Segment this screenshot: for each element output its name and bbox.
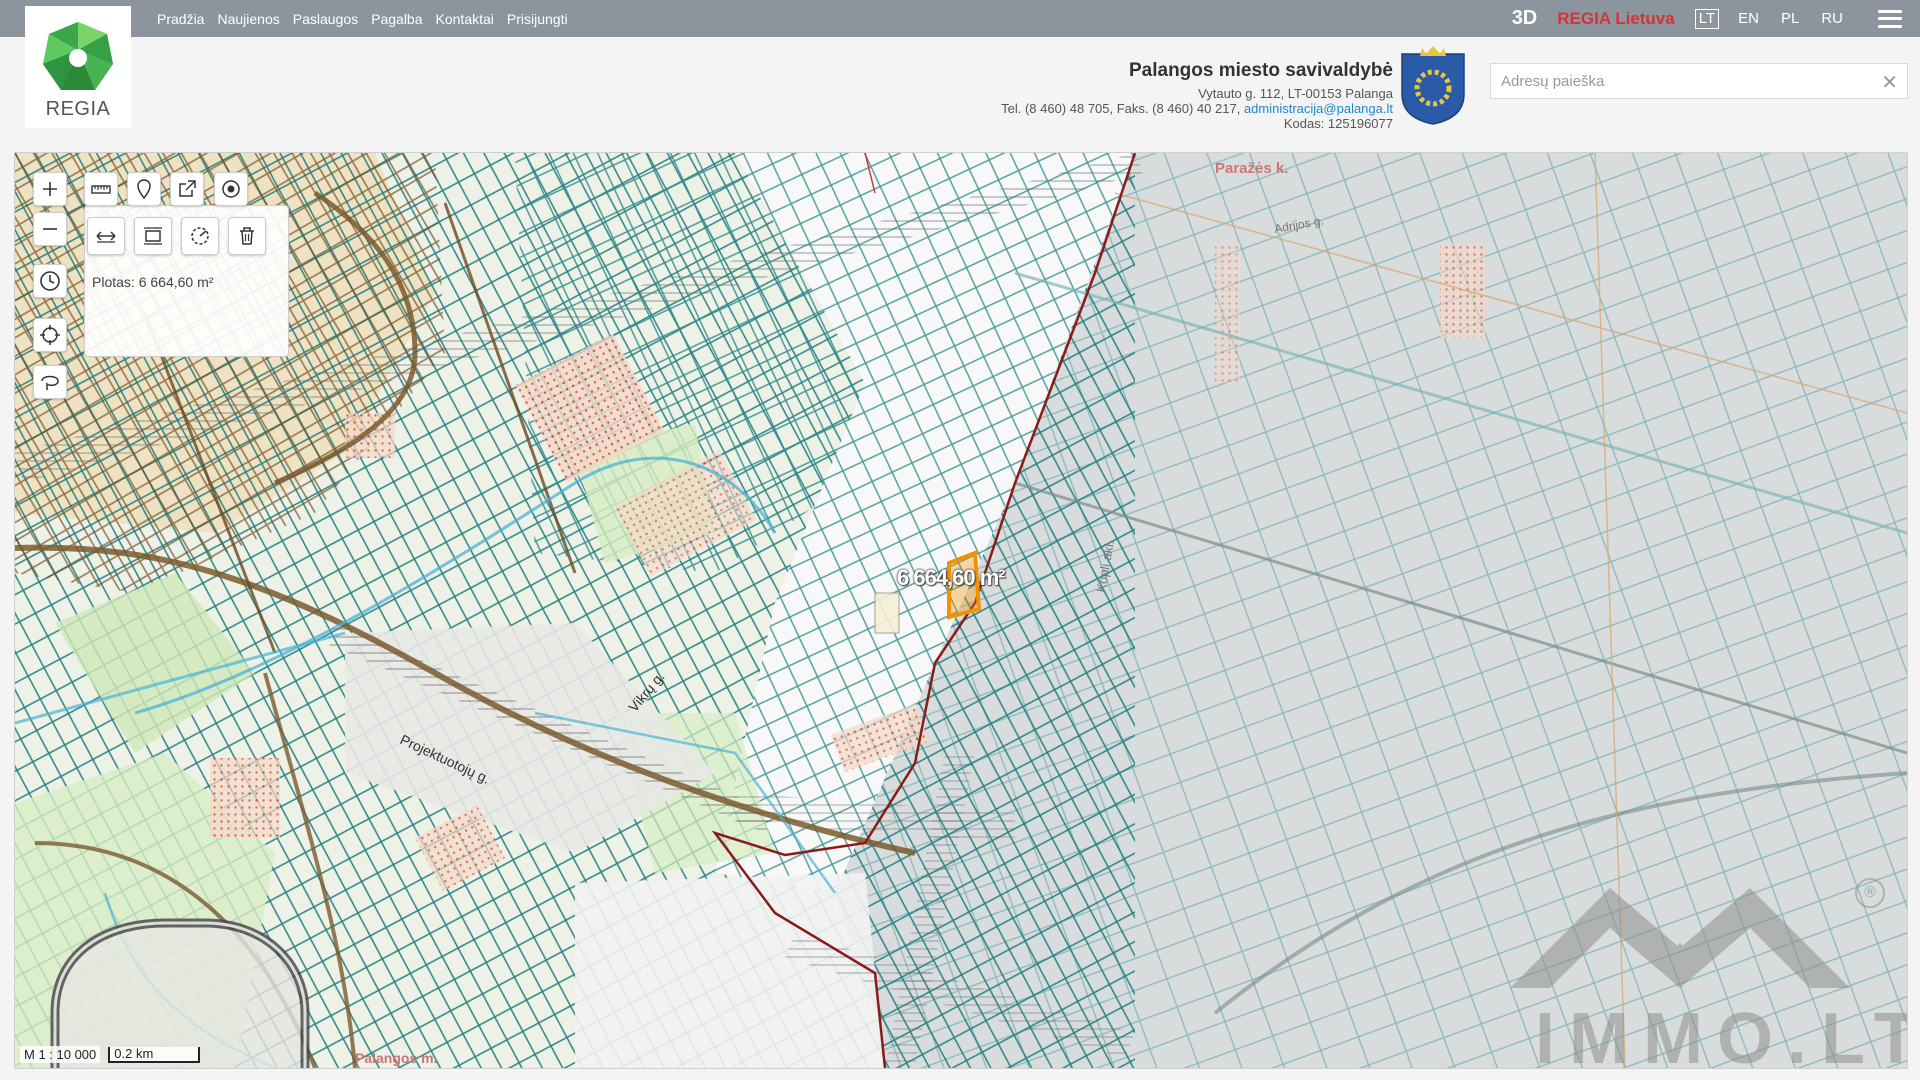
clock-icon (40, 271, 60, 291)
zoom-out-button[interactable] (33, 212, 67, 246)
municipality-name: Palangos miesto savivaldybė (1128, 60, 1393, 81)
hamburger-menu-icon[interactable] (1878, 9, 1902, 28)
measured-area-label: 6 664,60 m² (897, 565, 1006, 590)
immo-house-icon (1510, 888, 1850, 988)
registered-mark: ® (1855, 878, 1885, 908)
map-viewport[interactable]: Projektuotojų g. Vikrų g. Kopli akl. Par… (14, 152, 1908, 1069)
nav-home[interactable]: Pradžia (157, 11, 204, 27)
regia-lietuva-link[interactable]: REGIA Lietuva (1557, 9, 1674, 29)
ruler-button[interactable] (84, 172, 118, 206)
place-marker-button[interactable] (127, 172, 161, 206)
lasso-select-button[interactable] (33, 365, 67, 399)
measure-area-icon (144, 227, 162, 245)
watermark-text: IMMO.LT (1535, 999, 1908, 1069)
lang-lt[interactable]: LT (1694, 8, 1720, 29)
3d-button[interactable]: 3D (1512, 7, 1538, 30)
target-icon (222, 180, 240, 198)
municipality-info: Palangos miesto savivaldybė Vytauto g. 1… (1001, 58, 1393, 131)
measure-radius-button[interactable] (181, 217, 219, 255)
svg-text:Palangos m.: Palangos m. (355, 1050, 437, 1066)
zoom-in-button[interactable] (33, 172, 67, 206)
clear-measure-button[interactable] (228, 217, 266, 255)
right-nav: 3D REGIA Lietuva LT EN PL RU (1512, 0, 1920, 37)
top-navigation-bar: Pradžia Naujienos Paslaugos Pagalba Kont… (0, 0, 1920, 37)
lasso-icon (41, 375, 59, 390)
regia-logo-icon (43, 22, 113, 90)
crosshair-icon (40, 325, 60, 345)
municipality-address: Vytauto g. 112, LT-00153 Palanga (1198, 86, 1393, 101)
locate-button[interactable] (33, 318, 67, 352)
measure-distance-button[interactable] (87, 217, 125, 255)
scale-bar: 0.2 km (108, 1046, 201, 1063)
municipality-phone: Tel. (8 460) 48 705, Faks. (8 460) 40 21… (1001, 101, 1241, 116)
regia-logo[interactable]: REGIA (25, 6, 131, 128)
lang-pl[interactable]: PL (1778, 10, 1802, 28)
point-select-button[interactable] (214, 172, 248, 206)
address-search: ✕ (1490, 63, 1908, 99)
trash-icon (240, 227, 254, 245)
nav-login[interactable]: Prisijungti (507, 11, 568, 27)
nav-help[interactable]: Pagalba (371, 11, 422, 27)
share-icon (179, 180, 196, 197)
municipality-phone-line: Tel. (8 460) 48 705, Faks. (8 460) 40 21… (1001, 101, 1393, 116)
measure-distance-icon (96, 231, 116, 243)
share-button[interactable] (170, 172, 204, 206)
municipality-code: Kodas: 125196077 (1283, 116, 1393, 131)
palanga-crest-icon (1401, 46, 1465, 125)
nav-contacts[interactable]: Kontaktai (436, 11, 494, 27)
scale-ratio: M 1 : 10 000 (20, 1046, 101, 1063)
radius-icon (191, 227, 209, 245)
nav-services[interactable]: Paslaugos (293, 11, 358, 27)
municipality-email-link[interactable]: administracija@palanga.lt (1244, 101, 1393, 116)
plus-icon (43, 182, 57, 196)
area-result-text: Plotas: 6 664,60 m² (92, 274, 214, 290)
clear-search-icon[interactable]: ✕ (1881, 70, 1898, 95)
history-button[interactable] (33, 264, 67, 298)
measure-area-button[interactable] (134, 217, 172, 255)
minus-icon (43, 228, 57, 230)
logo-text: REGIA (45, 98, 111, 120)
main-nav: Pradžia Naujienos Paslaugos Pagalba Kont… (157, 0, 568, 37)
immo-watermark: IMMO.LT ® (1510, 868, 1908, 1069)
map-scale: M 1 : 10 000 0.2 km (20, 1046, 201, 1063)
ruler-icon (91, 185, 111, 194)
map-pin-icon (137, 179, 151, 200)
address-search-input[interactable] (1491, 64, 1881, 98)
lang-en[interactable]: EN (1735, 10, 1762, 28)
svg-text:Paražės k.: Paražės k. (1215, 160, 1288, 177)
nav-news[interactable]: Naujienos (217, 11, 279, 27)
lang-ru[interactable]: RU (1818, 10, 1846, 28)
